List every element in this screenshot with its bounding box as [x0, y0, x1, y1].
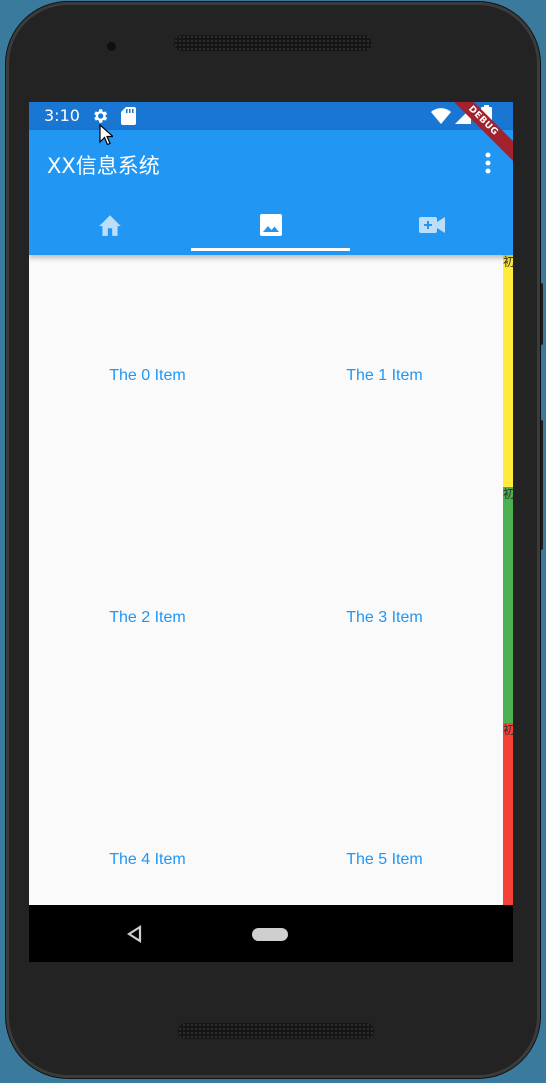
tab-video[interactable]	[351, 202, 512, 252]
home-icon	[97, 213, 123, 241]
mouse-cursor-icon	[99, 123, 115, 150]
app-title: XX信息系统	[47, 154, 160, 178]
image-icon	[259, 213, 283, 241]
top-speaker	[174, 35, 372, 51]
side-strip-label: 初	[503, 723, 513, 737]
tab-images[interactable]	[190, 202, 351, 252]
side-strip-label: 初	[503, 487, 513, 501]
bottom-speaker	[178, 1023, 374, 1039]
grid-item-label: The 4 Item	[109, 851, 186, 868]
wifi-icon	[431, 108, 451, 128]
home-pill-icon[interactable]	[252, 928, 288, 941]
grid-item[interactable]: The 0 Item	[29, 255, 266, 497]
side-strip-label: 初	[503, 255, 513, 269]
tab-home[interactable]	[29, 202, 190, 252]
side-strip-green[interactable]: 初	[503, 487, 513, 723]
front-camera	[107, 42, 116, 51]
grid-item-label: The 2 Item	[109, 609, 186, 626]
screen: 3:10 XX信息系统 DEBUG The 0 Item The 1 Item …	[29, 102, 513, 962]
status-time: 3:10	[44, 106, 80, 125]
side-strip-yellow[interactable]: 初	[503, 255, 513, 487]
item-grid: The 0 Item The 1 Item The 2 Item The 3 I…	[29, 255, 503, 907]
system-nav-bar	[29, 905, 513, 962]
side-strip-red[interactable]: 初	[503, 723, 513, 905]
tab-indicator	[191, 248, 350, 251]
grid-item-label: The 1 Item	[346, 367, 423, 384]
grid-item-label: The 5 Item	[346, 851, 423, 868]
grid-item[interactable]: The 3 Item	[266, 497, 503, 739]
more-vertical-icon[interactable]	[485, 152, 491, 178]
grid-item-label: The 0 Item	[109, 367, 186, 384]
grid-item[interactable]: The 1 Item	[266, 255, 503, 497]
grid-item[interactable]: The 2 Item	[29, 497, 266, 739]
sd-card-icon	[121, 107, 136, 129]
grid-item-label: The 3 Item	[346, 609, 423, 626]
video-call-icon	[418, 216, 445, 238]
back-icon[interactable]	[126, 924, 143, 947]
